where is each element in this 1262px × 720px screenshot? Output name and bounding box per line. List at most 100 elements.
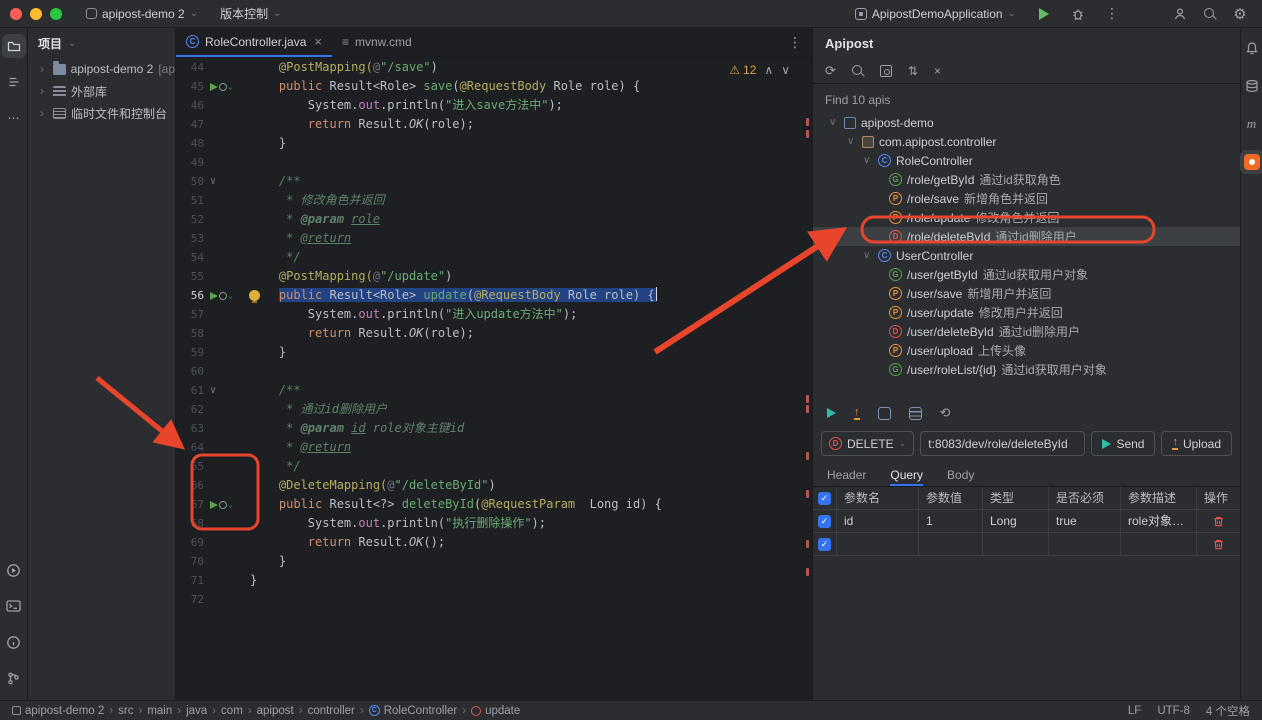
api-endpoint-item[interactable]: P/role/update 修改角色并返回: [813, 208, 1240, 227]
api-endpoint-item[interactable]: P/role/save 新增角色并返回: [813, 189, 1240, 208]
next-problem-button[interactable]: [781, 63, 790, 77]
editor-tab[interactable]: C RoleController.java: [176, 28, 332, 57]
api-tree-node[interactable]: com.apipost.controller: [813, 132, 1240, 151]
code-line[interactable]: 55 @PostMapping(@"/update"): [176, 267, 812, 286]
project-tree-item[interactable]: 外部库: [28, 80, 175, 102]
select-all-checkbox[interactable]: [818, 491, 831, 505]
editor-tab[interactable]: mvnw.cmd: [332, 28, 422, 57]
code-line[interactable]: 44 @PostMapping(@"/save"): [176, 58, 812, 77]
apipost-tool-button[interactable]: [1239, 150, 1262, 174]
run-button[interactable]: [1032, 2, 1056, 26]
debug-send-icon[interactable]: [827, 408, 836, 418]
project-panel-header[interactable]: 项目: [28, 28, 175, 58]
code-line[interactable]: 58 return Result.OK(role);: [176, 324, 812, 343]
param-cell[interactable]: 1: [919, 510, 983, 532]
param-checkbox[interactable]: [818, 537, 831, 551]
param-cell[interactable]: [983, 533, 1049, 555]
code-line[interactable]: 54 */: [176, 248, 812, 267]
breadcrumb-item[interactable]: java: [186, 705, 207, 717]
code-line[interactable]: 70 }: [176, 552, 812, 571]
debug-button[interactable]: [1066, 2, 1090, 26]
inspections-widget[interactable]: 12: [725, 62, 794, 78]
param-checkbox[interactable]: [818, 514, 831, 528]
locate-icon[interactable]: [879, 64, 892, 77]
code-line[interactable]: 68 System.out.println("执行删除操作");: [176, 514, 812, 533]
chevron-down-icon[interactable]: [847, 136, 857, 147]
tab-options-button[interactable]: [778, 28, 812, 57]
close-icon[interactable]: [314, 34, 322, 49]
project-tree-item[interactable]: 临时文件和控制台: [28, 102, 175, 124]
expand-collapse-icon[interactable]: [908, 64, 918, 78]
fold-icon[interactable]: [210, 381, 216, 400]
code-line[interactable]: 60: [176, 362, 812, 381]
breadcrumb-item[interactable]: C RoleController: [368, 705, 457, 717]
breadcrumb-item[interactable]: main: [147, 705, 172, 717]
close-icon[interactable]: [934, 64, 941, 78]
code-line[interactable]: 57 System.out.println("进入update方法中");: [176, 305, 812, 324]
api-endpoint-item[interactable]: P/user/save 新增用户并返回: [813, 284, 1240, 303]
intention-bulb-icon[interactable]: [249, 290, 260, 303]
param-cell[interactable]: [1049, 533, 1121, 555]
zoom-window-button[interactable]: [50, 7, 62, 20]
more-tool-windows-button[interactable]: [2, 106, 26, 130]
breadcrumb-item[interactable]: apipost: [257, 705, 294, 717]
history-icon[interactable]: [940, 405, 951, 421]
docs-icon[interactable]: [908, 406, 922, 420]
code-line[interactable]: 66 @DeleteMapping(@"/deleteById"): [176, 476, 812, 495]
prev-problem-button[interactable]: [764, 63, 773, 77]
api-gutter-icon[interactable]: [210, 495, 233, 514]
code-line[interactable]: 61 /**: [176, 381, 812, 400]
api-endpoint-item[interactable]: G/user/roleList/{id} 通过id获取用户对象: [813, 360, 1240, 379]
more-actions-button[interactable]: [1100, 2, 1124, 26]
code-line[interactable]: 51 * 修改角色并返回: [176, 191, 812, 210]
code-line[interactable]: 48 }: [176, 134, 812, 153]
param-cell[interactable]: true: [1049, 510, 1121, 532]
code-line[interactable]: 62 * 通过id删除用户: [176, 400, 812, 419]
send-button[interactable]: Send: [1091, 431, 1156, 456]
settings-button[interactable]: [1228, 2, 1252, 26]
close-window-button[interactable]: [10, 7, 22, 20]
notifications-button[interactable]: [1240, 36, 1262, 60]
save-api-icon[interactable]: [877, 406, 891, 420]
chevron-down-icon[interactable]: [863, 155, 873, 166]
breadcrumb-item[interactable]: apipost-demo 2: [12, 705, 104, 717]
code-line[interactable]: 64 * @return: [176, 438, 812, 457]
fold-icon[interactable]: [210, 172, 216, 191]
api-gutter-icon[interactable]: [210, 286, 233, 305]
param-cell[interactable]: role对象主...: [1121, 510, 1197, 532]
vcs-tool-window-button[interactable]: [2, 666, 26, 690]
api-tree-node[interactable]: C RoleController: [813, 151, 1240, 170]
code-line[interactable]: 67 public Result<?> deleteById(@RequestP…: [176, 495, 812, 514]
code-line[interactable]: 53 * @return: [176, 229, 812, 248]
param-cell[interactable]: [837, 533, 919, 555]
breadcrumb-item[interactable]: update: [471, 705, 520, 717]
request-tab-body[interactable]: Body: [947, 468, 974, 486]
api-gutter-icon[interactable]: [210, 77, 233, 96]
code-line[interactable]: 63 * @param id role对象主键id: [176, 419, 812, 438]
database-tool-button[interactable]: [1240, 74, 1262, 98]
code-line[interactable]: 52 * @param role: [176, 210, 812, 229]
code-line[interactable]: 50 /**: [176, 172, 812, 191]
project-selector[interactable]: apipost-demo 2: [80, 5, 204, 23]
api-tree-node[interactable]: apipost-demo: [813, 113, 1240, 132]
run-config-selector[interactable]: ApipostDemoApplication: [849, 5, 1022, 23]
api-endpoint-item[interactable]: D/role/deleteById 通过id删除用户: [813, 227, 1240, 246]
code-line[interactable]: 59 }: [176, 343, 812, 362]
project-tool-button[interactable]: [1, 34, 26, 58]
api-endpoint-item[interactable]: G/role/getById 通过id获取角色: [813, 170, 1240, 189]
breadcrumb-item[interactable]: src: [118, 705, 133, 717]
chevron-down-icon[interactable]: [829, 117, 839, 128]
minimize-window-button[interactable]: [30, 7, 42, 20]
chevron-right-icon[interactable]: [40, 62, 48, 76]
chevron-right-icon[interactable]: [40, 106, 48, 120]
api-endpoint-item[interactable]: P/user/update 修改用户并返回: [813, 303, 1240, 322]
param-cell[interactable]: [1121, 533, 1197, 555]
code-line[interactable]: 65 */: [176, 457, 812, 476]
indent-widget[interactable]: 4 个空格: [1206, 703, 1250, 719]
chevron-down-icon[interactable]: [863, 250, 873, 261]
code-line[interactable]: 56 public Result<Role> update(@RequestBo…: [176, 286, 812, 305]
code-line[interactable]: 45 public Result<Role> save(@RequestBody…: [176, 77, 812, 96]
code-line[interactable]: 69 return Result.OK();: [176, 533, 812, 552]
vcs-widget[interactable]: 版本控制: [214, 3, 287, 24]
code-line[interactable]: 71}: [176, 571, 812, 590]
